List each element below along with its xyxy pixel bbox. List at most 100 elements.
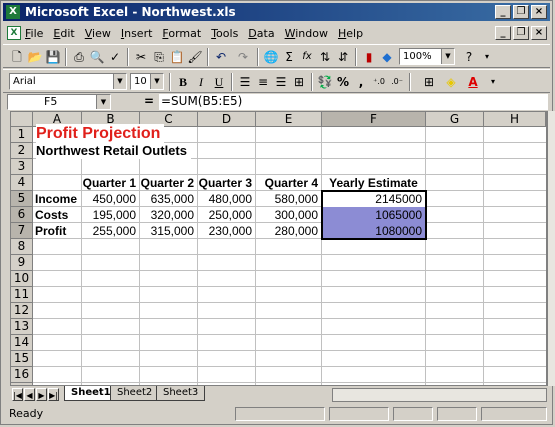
autosum-icon[interactable]: Σ [281, 49, 297, 65]
comma-button[interactable]: , [353, 74, 369, 90]
tab-sheet2[interactable]: Sheet2 [110, 386, 160, 401]
header-quarter-1[interactable]: Quarter 1 [82, 175, 139, 191]
row-header[interactable]: 7 [11, 223, 33, 239]
print-preview-icon[interactable]: 🔍 [89, 49, 105, 65]
increase-decimal-icon[interactable]: ⁺.0 [371, 74, 387, 90]
chevron-down-icon[interactable]: ▼ [150, 74, 163, 89]
menu-file[interactable]: File [25, 27, 43, 40]
menu-window[interactable]: Window [285, 27, 328, 40]
percent-button[interactable]: % [335, 74, 351, 90]
cell-c6[interactable]: 320,000 [140, 207, 197, 223]
close-button[interactable]: × [531, 5, 547, 19]
row-header[interactable]: 3 [11, 159, 33, 175]
header-quarter-3[interactable]: Quarter 3 [198, 175, 255, 191]
save-icon[interactable]: 💾 [45, 49, 61, 65]
cell-b7[interactable]: 255,000 [82, 223, 139, 239]
menu-format[interactable]: Format [162, 27, 201, 40]
sort-descending-icon[interactable]: ⇵ [335, 49, 351, 65]
copy-icon[interactable]: ⎘ [151, 49, 167, 65]
last-sheet-icon[interactable]: ▶| [48, 388, 59, 401]
menu-tools[interactable]: Tools [211, 27, 238, 40]
cell-e5[interactable]: 580,000 [256, 191, 321, 207]
align-center-icon[interactable]: ≡ [255, 74, 271, 90]
doc-minimize-button[interactable]: _ [495, 26, 511, 40]
cell-c5[interactable]: 635,000 [140, 191, 197, 207]
underline-button[interactable]: U [211, 74, 227, 90]
cell-d5[interactable]: 480,000 [198, 191, 255, 207]
minimize-button[interactable]: _ [495, 5, 511, 19]
sort-ascending-icon[interactable]: ⇅ [317, 49, 333, 65]
toolbar-options-icon[interactable]: ▾ [485, 74, 501, 90]
undo-icon[interactable]: ↶ [213, 49, 229, 65]
menu-help[interactable]: Help [338, 27, 363, 40]
font-color-icon[interactable]: A [465, 74, 481, 90]
sheet-subtitle-cell[interactable]: Northwest Retail Outlets [36, 143, 191, 159]
row-header[interactable]: 12 [11, 303, 33, 319]
font-size-select[interactable]: 10 ▼ [130, 73, 164, 90]
excel-app-icon[interactable]: X [6, 5, 20, 19]
print-icon[interactable]: ⎙ [71, 49, 87, 65]
row-header[interactable]: 16 [11, 367, 33, 383]
row-label-costs[interactable]: Costs [35, 207, 68, 223]
cell-b5[interactable]: 450,000 [82, 191, 139, 207]
row-header[interactable]: 14 [11, 335, 33, 351]
borders-icon[interactable]: ⊞ [421, 74, 437, 90]
toolbar-options-icon[interactable]: ▾ [479, 49, 495, 65]
menu-view[interactable]: View [85, 27, 111, 40]
currency-icon[interactable]: 💱 [317, 74, 333, 90]
open-icon[interactable]: 📂 [27, 49, 43, 65]
align-right-icon[interactable]: ☰ [273, 74, 289, 90]
menu-insert[interactable]: Insert [121, 27, 153, 40]
row-header[interactable]: 2 [11, 143, 33, 159]
row-header[interactable]: 6 [11, 207, 33, 223]
cell-f6[interactable]: 1065000 [322, 207, 425, 223]
formula-equals-sign[interactable]: = [144, 94, 154, 108]
chart-wizard-icon[interactable]: ▮ [361, 49, 377, 65]
row-header[interactable]: 5 [11, 191, 33, 207]
help-icon[interactable]: ? [461, 49, 477, 65]
formula-input[interactable]: =SUM(B5:E5) [159, 94, 548, 110]
first-sheet-icon[interactable]: |◀ [12, 388, 23, 401]
row-label-income[interactable]: Income [35, 191, 77, 207]
sheet-title-cell[interactable]: Profit Projection [36, 124, 165, 144]
redo-icon[interactable]: ↷ [235, 49, 251, 65]
chevron-down-icon[interactable]: ▼ [441, 49, 454, 64]
column-header-e[interactable]: E [256, 112, 322, 127]
cell-c7[interactable]: 315,000 [140, 223, 197, 239]
new-icon[interactable]: 🗋 [9, 49, 25, 65]
vertical-scrollbar[interactable] [547, 111, 555, 386]
worksheet-grid[interactable]: A B C D E F G H 1 2 3 4 5 6 7 8 9 10 11 … [10, 111, 547, 386]
function-icon[interactable]: fx [299, 49, 315, 65]
bold-button[interactable]: B [175, 74, 191, 90]
row-header[interactable]: 4 [11, 175, 33, 191]
hyperlink-icon[interactable]: 🌐 [263, 49, 279, 65]
row-header[interactable]: 15 [11, 351, 33, 367]
header-quarter-2[interactable]: Quarter 2 [140, 175, 197, 191]
select-all-corner[interactable] [11, 112, 33, 127]
row-header[interactable]: 8 [11, 239, 33, 255]
cell-e7[interactable]: 280,000 [256, 223, 321, 239]
italic-button[interactable]: I [193, 74, 209, 90]
spelling-icon[interactable]: ✓ [107, 49, 123, 65]
prev-sheet-icon[interactable]: ◀ [24, 388, 35, 401]
cell-f5-active[interactable]: 2145000 [322, 191, 425, 207]
column-header-f[interactable]: F [322, 112, 426, 127]
cell-d7[interactable]: 230,000 [198, 223, 255, 239]
doc-close-button[interactable]: × [531, 26, 547, 40]
chevron-down-icon[interactable]: ▼ [96, 95, 110, 109]
align-left-icon[interactable]: ☰ [237, 74, 253, 90]
menu-edit[interactable]: Edit [53, 27, 74, 40]
fill-color-icon[interactable]: ◈ [443, 74, 459, 90]
zoom-select[interactable]: 100% ▼ [399, 48, 455, 65]
next-sheet-icon[interactable]: ▶ [36, 388, 47, 401]
row-header[interactable]: 10 [11, 271, 33, 287]
tab-sheet3[interactable]: Sheet3 [156, 386, 206, 401]
horizontal-scrollbar[interactable] [332, 388, 547, 402]
name-box[interactable]: F5 ▼ [7, 94, 111, 110]
column-header-g[interactable]: G [426, 112, 484, 127]
column-header-h[interactable]: H [484, 112, 546, 127]
column-header-d[interactable]: D [198, 112, 256, 127]
workbook-icon[interactable]: X [7, 26, 21, 40]
cell-e6[interactable]: 300,000 [256, 207, 321, 223]
header-quarter-4[interactable]: Quarter 4 [256, 175, 321, 191]
